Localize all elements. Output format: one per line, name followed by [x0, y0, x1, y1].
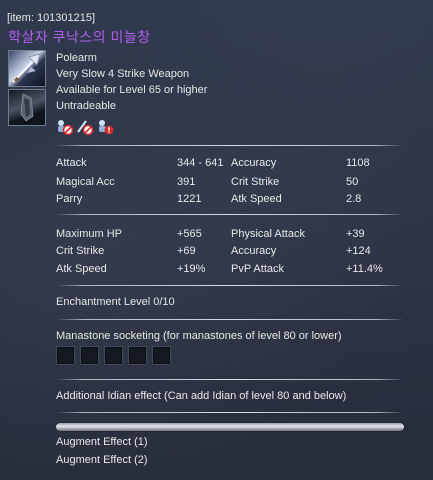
stat-value: 391 [177, 176, 196, 188]
stat-value: +19% [177, 263, 206, 275]
stat-label: Atk Speed [56, 263, 107, 275]
divider [56, 412, 404, 413]
stat-label: Physical Attack [231, 228, 305, 240]
stat-value: +124 [346, 245, 371, 257]
weapon-speed: Very Slow 4 Strike Weapon [56, 68, 190, 80]
restriction-icons [56, 119, 114, 136]
enchantment-level: Enchantment Level 0/10 [56, 296, 175, 308]
manastone-slot[interactable] [104, 346, 123, 365]
idian-bar [56, 423, 404, 431]
manastone-slot[interactable] [80, 346, 99, 365]
stat-label: Crit Strike [231, 176, 280, 188]
stat-value: +69 [177, 245, 196, 257]
polearm-icon [8, 50, 46, 87]
divider [56, 145, 404, 146]
manastone-label: Manastone socketing (for manastones of l… [56, 330, 342, 342]
item-tooltip: [item: 101301215] 학살자 쿠낙스의 미늘창 Polearm V… [0, 0, 433, 480]
stat-value: 1108 [346, 157, 370, 169]
no-warehouse-icon [96, 119, 114, 135]
stat-label: Atk Speed [231, 193, 282, 205]
divider [56, 379, 404, 380]
divider [56, 319, 404, 320]
stat-label: Maximum HP [56, 228, 123, 240]
level-requirement: Available for Level 65 or higher [56, 84, 208, 96]
stat-value: +565 [177, 228, 202, 240]
no-trade-icon [56, 119, 74, 136]
manastone-slots [56, 346, 171, 365]
no-sell-icon [76, 119, 94, 136]
stat-value: 1221 [177, 193, 202, 205]
augment-effect: Augment Effect (1) [56, 436, 148, 448]
stat-value: 50 [346, 176, 359, 188]
divider [56, 285, 404, 286]
stat-value: +39 [346, 228, 365, 240]
manastone-slot[interactable] [56, 346, 75, 365]
divider [56, 214, 404, 215]
stat-label: Accuracy [231, 157, 277, 169]
stat-value: 2.8 [346, 193, 362, 205]
augment-effect: Augment Effect (2) [56, 454, 148, 466]
stat-value: 344 - 641 [177, 157, 224, 169]
idian-effect: Additional Idian effect (Can add Idian o… [56, 390, 347, 402]
trade-status: Untradeable [56, 100, 116, 112]
item-name: 학살자 쿠낙스의 미늘창 [8, 29, 151, 45]
weapon-fragment-icon [8, 89, 46, 126]
stat-label: Attack [56, 157, 87, 169]
stat-value: +11.4% [346, 263, 383, 275]
item-code: [item: 101301215] [7, 12, 96, 24]
stat-label: Parry [56, 193, 83, 205]
stat-label: PvP Attack [231, 263, 284, 275]
manastone-slot[interactable] [152, 346, 171, 365]
weapon-type: Polearm [56, 52, 97, 64]
stat-label: Magical Acc [56, 176, 115, 188]
stat-label: Crit Strike [56, 245, 105, 257]
stat-label: Accuracy [231, 245, 277, 257]
manastone-slot[interactable] [128, 346, 147, 365]
